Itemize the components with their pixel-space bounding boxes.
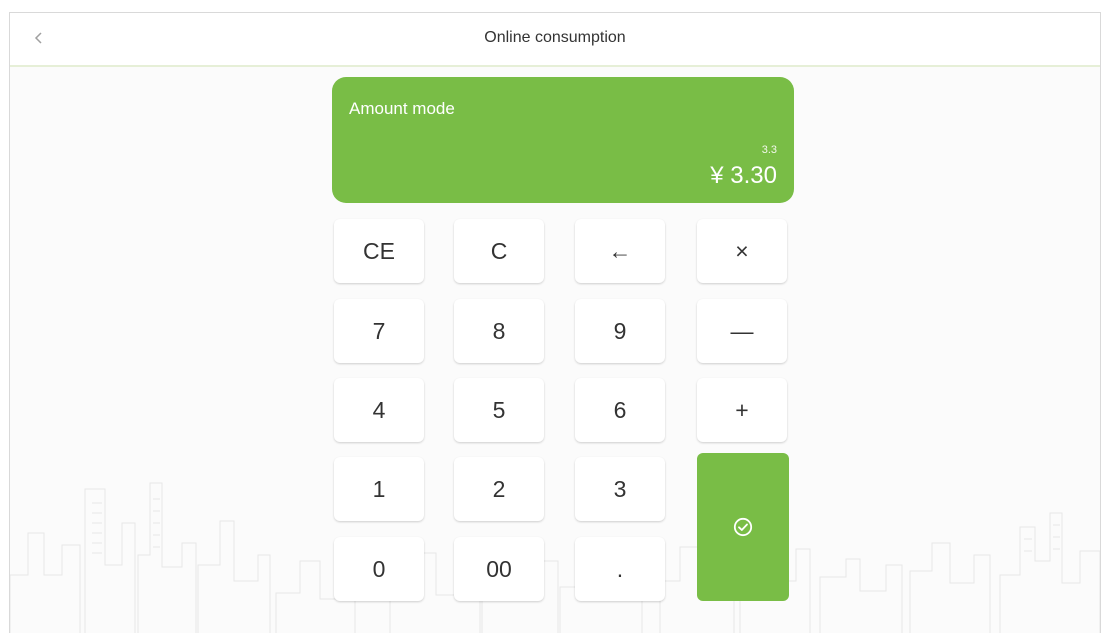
key-3[interactable]: 3 — [575, 457, 665, 521]
check-circle-icon — [733, 517, 753, 537]
key-7[interactable]: 7 — [334, 299, 424, 363]
key-8[interactable]: 8 — [454, 299, 544, 363]
key-plus[interactable]: + — [697, 378, 787, 442]
amount-display: Amount mode 3.3 ¥ 3.30 — [332, 77, 794, 203]
key-4[interactable]: 4 — [334, 378, 424, 442]
skyline-background — [10, 482, 1100, 633]
key-dot[interactable]: . — [575, 537, 665, 601]
key-00[interactable]: 00 — [454, 537, 544, 601]
header: Online consumption — [10, 13, 1100, 67]
confirm-button[interactable] — [697, 453, 789, 601]
page-title: Online consumption — [484, 29, 626, 46]
key-ce[interactable]: CE — [334, 219, 424, 283]
key-0[interactable]: 0 — [334, 537, 424, 601]
key-6[interactable]: 6 — [575, 378, 665, 442]
key-multiply[interactable]: × — [697, 219, 787, 283]
key-2[interactable]: 2 — [454, 457, 544, 521]
key-5[interactable]: 5 — [454, 378, 544, 442]
raw-input-value: 3.3 — [761, 144, 777, 156]
key-minus[interactable]: — — [697, 299, 787, 363]
amount-value: ¥ 3.30 — [710, 162, 777, 189]
app-window: Online consumption Amount mode 3.3 ¥ 3.3… — [9, 12, 1101, 633]
key-1[interactable]: 1 — [334, 457, 424, 521]
key-9[interactable]: 9 — [575, 299, 665, 363]
mode-label: Amount mode — [349, 99, 455, 118]
key-c[interactable]: C — [454, 219, 544, 283]
key-backspace[interactable]: ← — [575, 219, 665, 283]
